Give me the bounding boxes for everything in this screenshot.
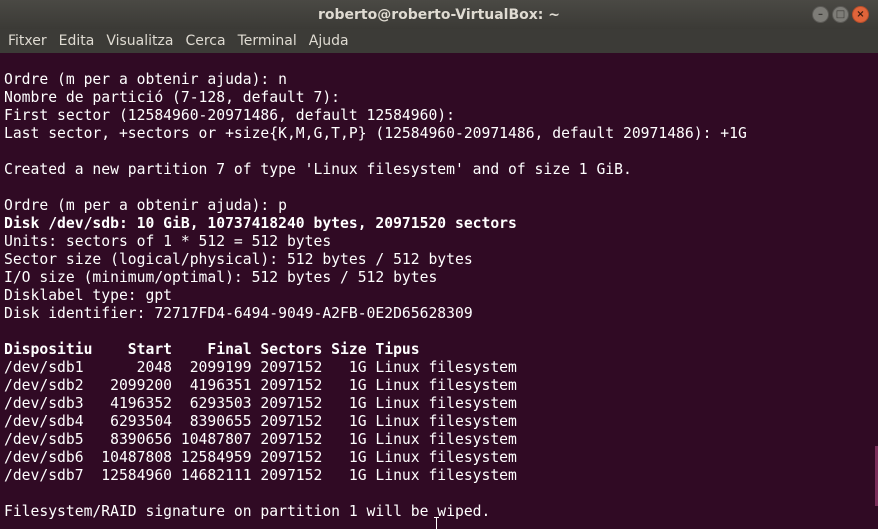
maximize-icon[interactable]: □ xyxy=(832,6,849,23)
terminal-line: Disk identifier: 72717FD4-6494-9049-A2FB… xyxy=(4,305,473,322)
terminal-line: Last sector, +sectors or +size{K,M,G,T,P… xyxy=(4,125,747,142)
terminal-line: Dispositiu Start Final Sectors Size Tipu… xyxy=(4,341,420,358)
text-cursor-icon xyxy=(434,517,440,529)
terminal-line: Sector size (logical/physical): 512 byte… xyxy=(4,251,473,268)
terminal-line: Filesystem/RAID signature on partition 1… xyxy=(4,503,491,520)
window-title: roberto@roberto-VirtualBox: ~ xyxy=(317,6,561,23)
close-icon[interactable]: × xyxy=(852,6,869,23)
terminal-line: Disk /dev/sdb: 10 GiB, 10737418240 bytes… xyxy=(4,215,517,232)
menu-cerca[interactable]: Cerca xyxy=(179,33,231,49)
terminal-line: First sector (12584960-20971486, default… xyxy=(4,107,455,124)
terminal-line: /dev/sdb5 8390656 10487807 2097152 1G Li… xyxy=(4,431,517,448)
menu-visualitza[interactable]: Visualitza xyxy=(100,33,179,49)
terminal-line: Units: sectors of 1 * 512 = 512 bytes xyxy=(4,233,332,250)
terminal-line: /dev/sdb1 2048 2099199 2097152 1G Linux … xyxy=(4,359,517,376)
terminal-line: /dev/sdb2 2099200 4196351 2097152 1G Lin… xyxy=(4,377,517,394)
terminal-output[interactable]: Ordre (m per a obtenir ajuda): n Nombre d… xyxy=(0,53,878,529)
minimize-icon[interactable]: – xyxy=(812,6,829,23)
terminal-line: /dev/sdb3 4196352 6293503 2097152 1G Lin… xyxy=(4,395,517,412)
terminal-line: Disklabel type: gpt xyxy=(4,287,173,304)
menu-terminal[interactable]: Terminal xyxy=(232,33,303,49)
terminal-line: Created a new partition 7 of type 'Linux… xyxy=(4,161,632,178)
terminal-line: Nombre de partició (7-128, default 7): xyxy=(4,89,341,106)
terminal-line: Ordre (m per a obtenir ajuda): p xyxy=(4,197,287,214)
terminal-line: /dev/sdb6 10487808 12584959 2097152 1G L… xyxy=(4,449,517,466)
menu-edita[interactable]: Edita xyxy=(53,33,101,49)
menu-bar: Fitxer Edita Visualitza Cerca Terminal A… xyxy=(0,29,878,53)
terminal-window: roberto@roberto-VirtualBox: ~ – □ × Fitx… xyxy=(0,0,878,529)
menu-fitxer[interactable]: Fitxer xyxy=(2,33,53,49)
terminal-line: Ordre (m per a obtenir ajuda): n xyxy=(4,71,287,88)
terminal-line: I/O size (minimum/optimal): 512 bytes / … xyxy=(4,269,438,286)
window-controls: – □ × xyxy=(812,6,869,23)
terminal-line: /dev/sdb7 12584960 14682111 2097152 1G L… xyxy=(4,467,517,484)
title-bar[interactable]: roberto@roberto-VirtualBox: ~ – □ × xyxy=(0,0,878,29)
menu-ajuda[interactable]: Ajuda xyxy=(303,33,355,49)
terminal-line: /dev/sdb4 6293504 8390655 2097152 1G Lin… xyxy=(4,413,517,430)
